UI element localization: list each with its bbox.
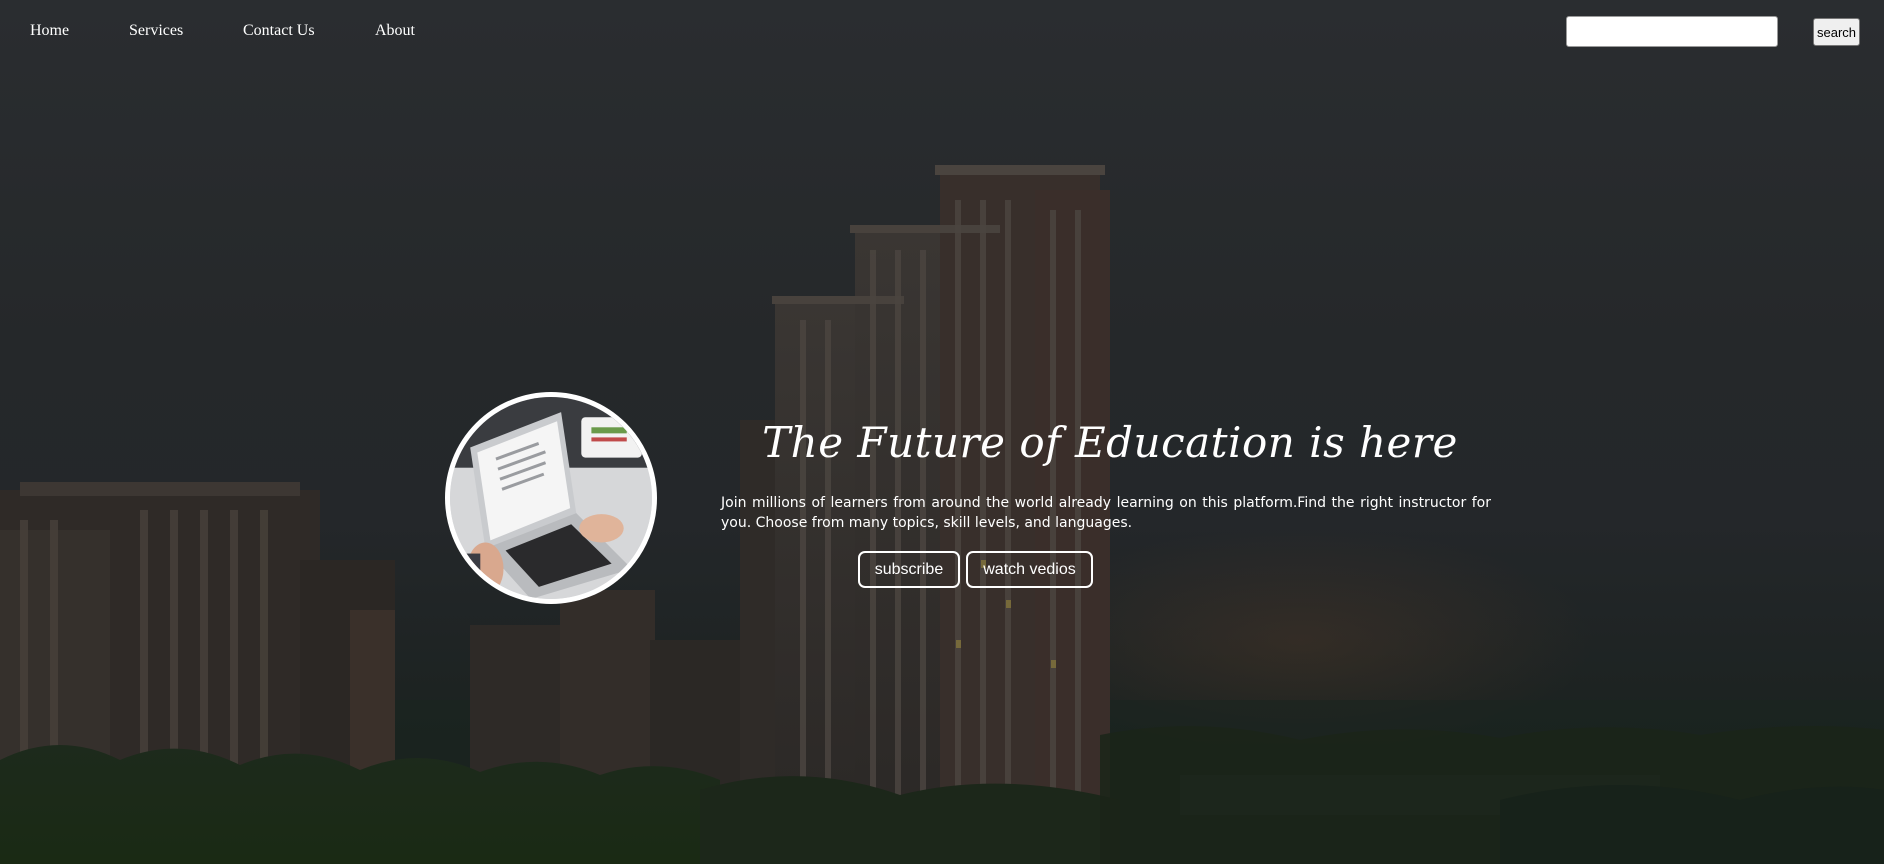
nav-link-home[interactable]: Home bbox=[30, 22, 69, 40]
nav-link-about[interactable]: About bbox=[375, 22, 415, 40]
hero-title: The Future of Education is here bbox=[762, 418, 1458, 467]
top-navigation: Home Services Contact Us About search bbox=[0, 0, 1884, 64]
page: Home Services Contact Us About search Th… bbox=[0, 0, 1884, 864]
search-button[interactable]: search bbox=[1813, 18, 1860, 46]
hero-laptop-image bbox=[445, 392, 657, 604]
hero-description: Join millions of learners from around th… bbox=[721, 495, 1491, 531]
nav-link-contact-us[interactable]: Contact Us bbox=[243, 22, 315, 40]
nav-link-services[interactable]: Services bbox=[129, 22, 183, 40]
subscribe-button[interactable]: subscribe bbox=[858, 551, 960, 588]
watch-videos-button[interactable]: watch vedios bbox=[966, 551, 1093, 588]
laptop-photo-illustration bbox=[450, 397, 652, 599]
search-input[interactable] bbox=[1566, 16, 1778, 47]
